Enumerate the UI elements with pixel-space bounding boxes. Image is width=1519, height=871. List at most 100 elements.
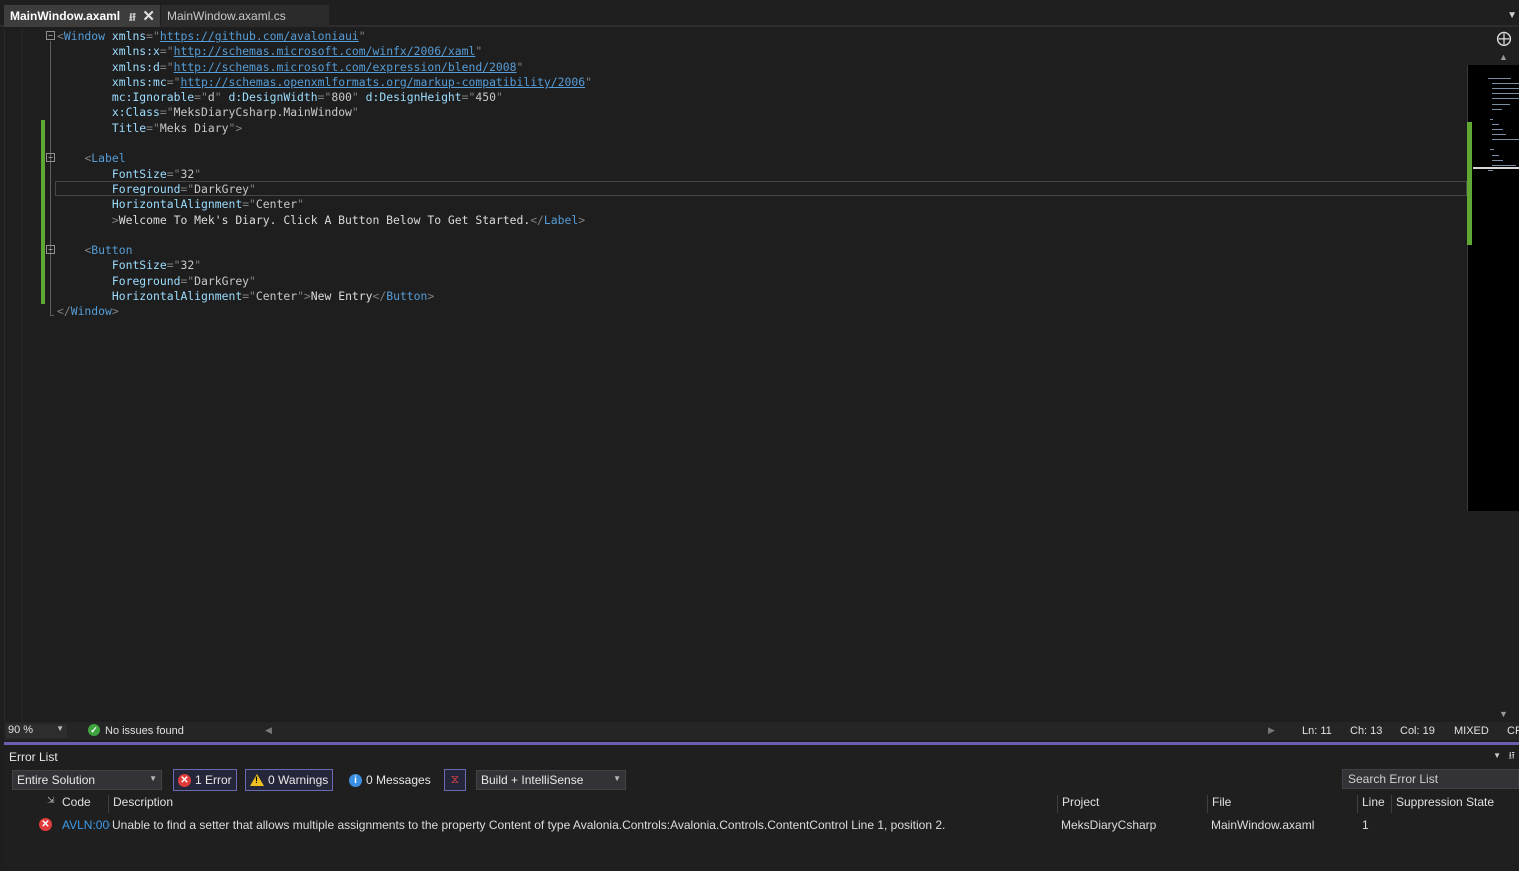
fold-toggle-icon[interactable]: − (46, 153, 55, 162)
overview-line (1492, 129, 1503, 130)
code-token: Title (111, 120, 147, 135)
code-token: " (585, 74, 592, 89)
code-token: =" (242, 197, 256, 212)
code-line[interactable]: </Window> (57, 304, 592, 319)
errors-filter-button[interactable]: ✕ 1 Error (173, 769, 237, 791)
scroll-up-icon[interactable]: ▲ (1499, 52, 1508, 62)
fold-toggle-icon[interactable]: − (46, 245, 55, 254)
code-line[interactable]: <Button (57, 243, 592, 258)
zoom-select[interactable]: 90 % ▼ (6, 724, 67, 738)
code-token: HorizontalAlignment (111, 197, 243, 212)
column-header-code[interactable]: Code (58, 795, 108, 813)
issues-status[interactable]: No issues found (105, 725, 184, 737)
column-indicator[interactable]: Col: 19 (1400, 725, 1435, 737)
code-line[interactable]: Title="Meks Diary"> (57, 121, 592, 136)
code-overview-map[interactable] (1467, 65, 1519, 511)
code-token: Button (386, 289, 428, 304)
filter-icon[interactable]: ⧖ (444, 769, 466, 791)
search-input[interactable]: Search Error List (1342, 769, 1519, 789)
fold-toggle-icon[interactable]: − (46, 31, 55, 40)
code-line[interactable]: HorizontalAlignment="Center" (57, 197, 592, 212)
table-row[interactable]: ✕ AVLN:000 Unable to find a setter that … (4, 815, 1519, 835)
column-header-suppression[interactable]: Suppression State (1391, 795, 1519, 813)
tab-overflow-icon[interactable]: ▼ (1507, 10, 1517, 21)
code-token: http://schemas.microsoft.com/winfx/2006/… (173, 44, 476, 59)
chevron-down-icon: ▼ (149, 774, 157, 783)
code-line[interactable]: mc:Ignorable="d" d:DesignWidth="800" d:D… (57, 90, 592, 105)
column-header-file[interactable]: File (1207, 795, 1357, 813)
error-code-link[interactable]: AVLN:000 (62, 818, 110, 832)
char-indicator[interactable]: Ch: 13 (1350, 725, 1382, 737)
code-line[interactable]: xmlns:mc="http://schemas.openxmlformats.… (57, 75, 592, 90)
overview-cursor-marker (1473, 167, 1519, 169)
column-header-line[interactable]: Line (1357, 795, 1391, 813)
scope-select[interactable]: Entire Solution ▼ (12, 770, 162, 790)
code-token: " (351, 105, 359, 120)
tab-mainwindow-axaml-cs[interactable]: MainWindow.axaml.cs (161, 5, 329, 27)
column-header-project[interactable]: Project (1057, 795, 1207, 813)
code-line[interactable]: x:Class="MeksDiaryCsharp.MainWindow" (57, 105, 592, 120)
code-token: =" (317, 90, 332, 105)
code-line[interactable]: xmlns:x="http://schemas.microsoft.com/wi… (57, 44, 592, 59)
glyph-margin (21, 29, 23, 722)
code-token: 32 (180, 166, 195, 181)
code-token: Center (255, 197, 298, 212)
scroll-right-icon[interactable]: ▶ (1268, 725, 1275, 736)
overview-line (1492, 159, 1503, 161)
code-line[interactable] (57, 228, 592, 243)
code-line[interactable]: <Window xmlns="https://github.com/avalon… (57, 29, 592, 44)
code-token: DarkGrey (194, 181, 250, 196)
column-header-description[interactable]: Description (108, 795, 1058, 813)
code-line[interactable]: xmlns:d="http://schemas.microsoft.com/ex… (57, 60, 592, 75)
code-line[interactable]: > Welcome To Mek's Diary. Click A Button … (57, 213, 592, 228)
code-token: </ (57, 304, 71, 319)
indentation-indicator[interactable]: MIXED (1454, 725, 1489, 737)
code-line[interactable]: Foreground="DarkGrey" (57, 274, 592, 289)
code-token: d (207, 90, 215, 105)
overview-line (1492, 123, 1499, 125)
source-select[interactable]: Build + IntelliSense ▼ (476, 770, 626, 790)
code-line[interactable]: HorizontalAlignment="Center">New Entry</… (57, 289, 592, 304)
code-token: </ (530, 212, 544, 227)
window-position-icon[interactable]: ▼ (1493, 751, 1501, 760)
overview-line (1492, 164, 1516, 166)
code-token: =" (166, 74, 181, 89)
pin-icon[interactable]: ⭿ (1509, 749, 1515, 766)
zoom-value: 90 % (8, 724, 34, 736)
error-description: Unable to find a setter that allows mult… (112, 818, 946, 832)
split-editor-icon[interactable]: ⨁ (1495, 31, 1513, 47)
overview-line (1492, 88, 1519, 90)
line-ending-indicator[interactable]: CR (1507, 725, 1519, 737)
overview-line (1492, 134, 1506, 136)
messages-filter-button[interactable]: i 0 Messages (344, 769, 436, 791)
pin-icon[interactable]: ⭿ (129, 9, 136, 28)
code-line[interactable]: <Label (57, 151, 592, 166)
code-token: " (249, 273, 256, 288)
sort-icon[interactable]: ⇲ (47, 795, 55, 806)
code-line[interactable]: Foreground="DarkGrey" (57, 182, 592, 197)
code-token: http://schemas.openxmlformats.org/markup… (180, 74, 586, 89)
code-text[interactable]: <Window xmlns="https://github.com/avalon… (57, 29, 592, 320)
tab-mainwindow-axaml[interactable]: MainWindow.axaml ⭿ ✕ (4, 5, 160, 27)
code-line[interactable]: FontSize="32" (57, 167, 592, 182)
code-line[interactable]: FontSize="32" (57, 258, 592, 273)
scroll-left-icon[interactable]: ◀ (265, 725, 272, 736)
warnings-filter-button[interactable]: ! 0 Warnings (245, 769, 334, 791)
overview-line (1492, 93, 1519, 95)
code-token: > (111, 304, 119, 319)
scroll-down-icon[interactable]: ▼ (1499, 709, 1508, 719)
code-token: > (578, 212, 586, 227)
warning-icon: ! (250, 774, 264, 786)
close-icon[interactable]: ✕ (142, 7, 155, 25)
code-line[interactable] (57, 136, 592, 151)
code-token: Welcome To Mek's Diary. Click A Button B… (118, 212, 531, 227)
line-indicator[interactable]: Ln: 11 (1302, 725, 1332, 737)
code-editor[interactable]: − − − <Window xmlns="https://github.com/… (4, 29, 1467, 722)
error-icon: ✕ (39, 818, 52, 831)
messages-count: 0 Messages (366, 773, 431, 787)
